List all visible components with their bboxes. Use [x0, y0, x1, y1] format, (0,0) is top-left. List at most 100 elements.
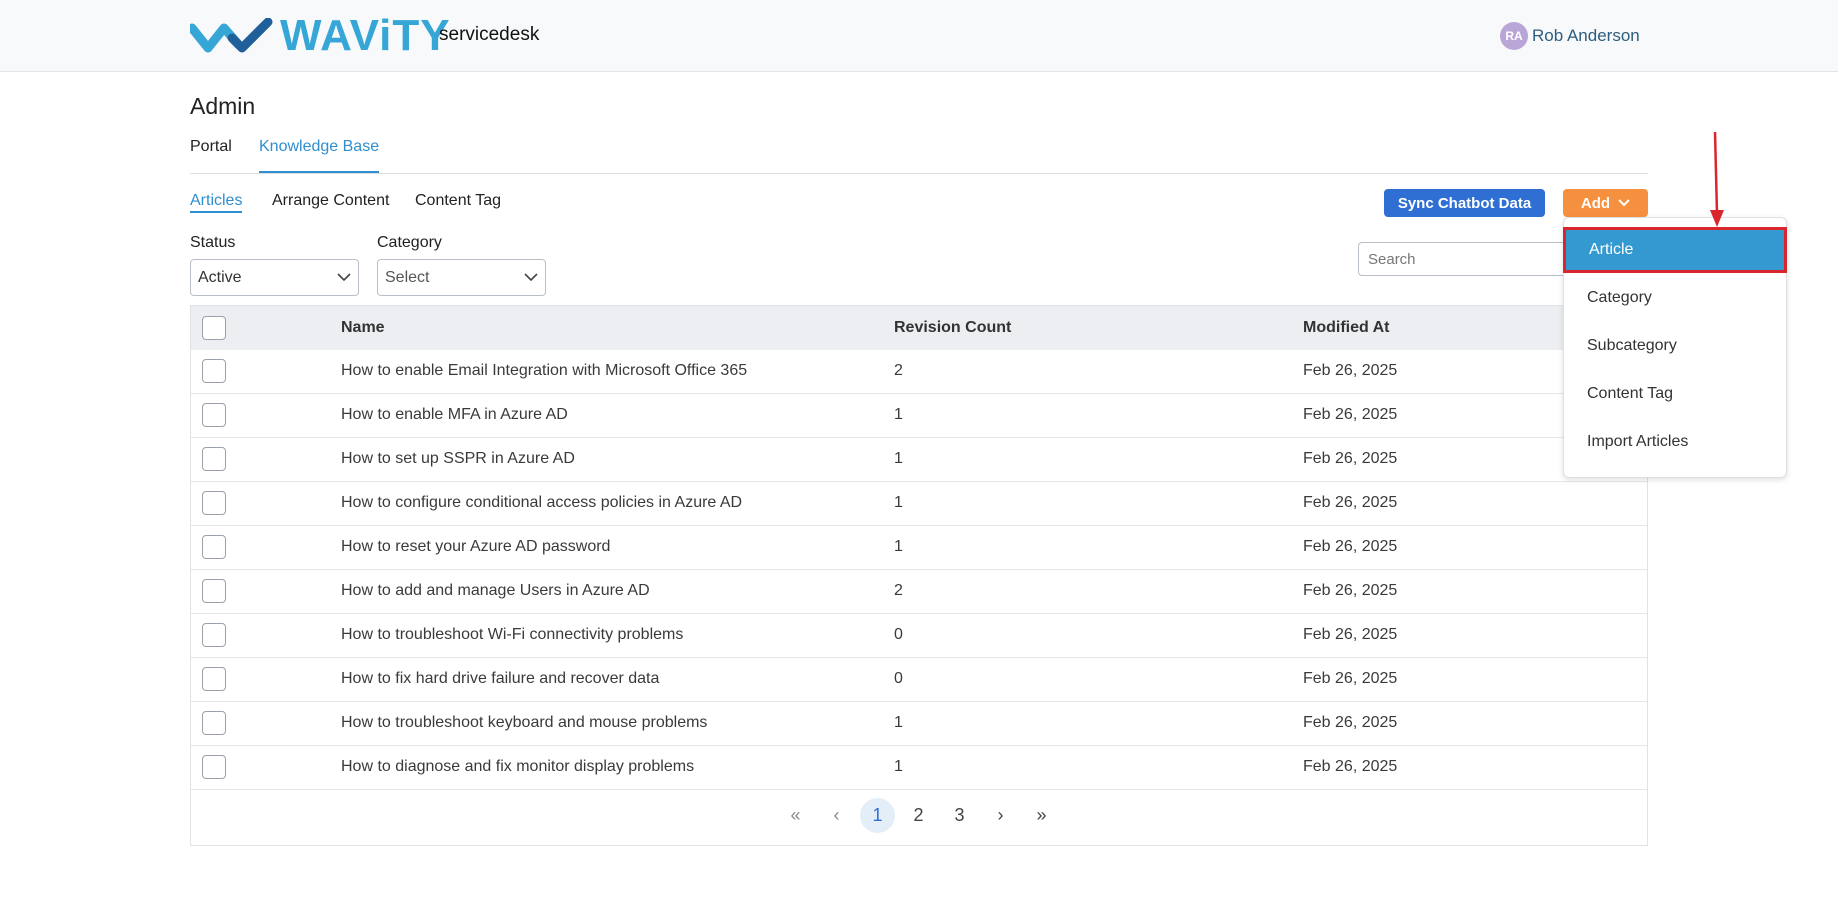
next-page-button[interactable]: › — [983, 798, 1018, 833]
add-button-label: Add — [1580, 194, 1611, 212]
status-select[interactable]: Active — [190, 259, 359, 296]
revision-count: 2 — [894, 582, 903, 599]
row-checkbox[interactable] — [202, 359, 226, 383]
article-name[interactable]: How to configure conditional access poli… — [341, 494, 742, 512]
category-select-value: Select — [385, 268, 430, 286]
select-all-checkbox[interactable] — [202, 316, 226, 340]
modified-at: Feb 26, 2025 — [1303, 494, 1398, 511]
wavity-logo[interactable]: WAViTY — [190, 11, 451, 60]
modified-at: Feb 26, 2025 — [1303, 582, 1398, 599]
sync-chatbot-data-button[interactable]: Sync Chatbot Data — [1384, 189, 1545, 217]
user-menu[interactable]: RA Rob Anderson — [1500, 22, 1640, 50]
article-name[interactable]: How to troubleshoot Wi-Fi connectivity p… — [341, 626, 683, 644]
menu-item-content-tag[interactable]: Content Tag — [1564, 372, 1786, 416]
menu-item-subcategory[interactable]: Subcategory — [1564, 324, 1786, 368]
revision-count: 1 — [894, 714, 903, 731]
row-checkbox[interactable] — [202, 403, 226, 427]
category-select[interactable]: Select — [377, 259, 546, 296]
row-checkbox[interactable] — [202, 667, 226, 691]
subtab-content-tag[interactable]: Content Tag — [415, 192, 501, 210]
article-name[interactable]: How to add and manage Users in Azure AD — [341, 582, 650, 600]
first-page-button[interactable]: « — [778, 798, 813, 833]
chevron-down-icon — [1618, 199, 1630, 207]
table-row[interactable]: How to configure conditional access poli… — [191, 482, 1647, 526]
category-label: Category — [377, 234, 442, 251]
revision-count: 1 — [894, 758, 903, 775]
tab-knowledge-base[interactable]: Knowledge Base — [259, 138, 380, 173]
menu-item-category[interactable]: Category — [1564, 276, 1786, 320]
revision-count: 0 — [894, 670, 903, 687]
status-label: Status — [190, 234, 236, 251]
add-dropdown-menu: Article Category Subcategory Content Tag… — [1563, 217, 1787, 478]
table-header: Name Revision Count Modified At — [191, 306, 1647, 350]
row-checkbox[interactable] — [202, 711, 226, 735]
article-name[interactable]: How to fix hard drive failure and recove… — [341, 670, 659, 688]
row-checkbox[interactable] — [202, 447, 226, 471]
table-row[interactable]: How to troubleshoot Wi-Fi connectivity p… — [191, 614, 1647, 658]
table-row[interactable]: How to enable MFA in Azure AD 1 Feb 26, … — [191, 394, 1647, 438]
article-name[interactable]: How to enable MFA in Azure AD — [341, 406, 568, 424]
logo-check-icon — [190, 18, 273, 53]
article-name[interactable]: How to enable Email Integration with Mic… — [341, 362, 747, 380]
search-input[interactable] — [1358, 242, 1588, 276]
modified-at: Feb 26, 2025 — [1303, 758, 1398, 775]
articles-table: Name Revision Count Modified At How to e… — [190, 305, 1648, 846]
article-name[interactable]: How to troubleshoot keyboard and mouse p… — [341, 714, 707, 732]
app-name: servicedesk — [439, 24, 540, 45]
status-select-value: Active — [198, 268, 242, 286]
row-checkbox[interactable] — [202, 491, 226, 515]
menu-item-import-articles[interactable]: Import Articles — [1564, 420, 1786, 464]
page-2-button[interactable]: 2 — [901, 798, 936, 833]
table-row[interactable]: How to diagnose and fix monitor display … — [191, 746, 1647, 790]
column-modified-at[interactable]: Modified At — [1303, 319, 1390, 337]
chevron-down-icon — [337, 273, 351, 282]
add-button[interactable]: Add — [1563, 189, 1648, 217]
top-bar: WAViTY servicedesk RA Rob Anderson — [0, 0, 1838, 72]
sync-button-label: Sync Chatbot Data — [1397, 194, 1532, 212]
revision-count: 1 — [894, 450, 903, 467]
modified-at: Feb 26, 2025 — [1303, 450, 1398, 467]
column-revision-count[interactable]: Revision Count — [894, 319, 1011, 337]
table-row[interactable]: How to set up SSPR in Azure AD 1 Feb 26,… — [191, 438, 1647, 482]
tab-portal[interactable]: Portal — [190, 138, 232, 173]
pagination: « ‹ 1 2 3 › » — [191, 798, 1647, 834]
table-row[interactable]: How to reset your Azure AD password 1 Fe… — [191, 526, 1647, 570]
modified-at: Feb 26, 2025 — [1303, 538, 1398, 555]
article-name[interactable]: How to diagnose and fix monitor display … — [341, 758, 694, 776]
chevron-down-icon — [524, 273, 538, 282]
table-row[interactable]: How to enable Email Integration with Mic… — [191, 350, 1647, 394]
revision-count: 2 — [894, 362, 903, 379]
subtab-arrange-content[interactable]: Arrange Content — [272, 192, 389, 210]
modified-at: Feb 26, 2025 — [1303, 406, 1398, 423]
revision-count: 1 — [894, 538, 903, 555]
user-name: Rob Anderson — [1532, 26, 1640, 45]
annotation-arrow-icon — [1710, 131, 1724, 227]
subtab-articles[interactable]: Articles — [190, 192, 243, 213]
logo-text: WAViTY — [280, 11, 451, 60]
menu-item-article[interactable]: Article — [1563, 227, 1787, 273]
column-name[interactable]: Name — [341, 319, 385, 337]
prev-page-button[interactable]: ‹ — [819, 798, 854, 833]
revision-count: 0 — [894, 626, 903, 643]
table-row[interactable]: How to fix hard drive failure and recove… — [191, 658, 1647, 702]
row-checkbox[interactable] — [202, 755, 226, 779]
last-page-button[interactable]: » — [1024, 798, 1059, 833]
revision-count: 1 — [894, 494, 903, 511]
article-name[interactable]: How to reset your Azure AD password — [341, 538, 610, 556]
main-tabs: Portal Knowledge Base — [190, 136, 1648, 174]
modified-at: Feb 26, 2025 — [1303, 362, 1398, 379]
row-checkbox[interactable] — [202, 535, 226, 559]
row-checkbox[interactable] — [202, 579, 226, 603]
row-checkbox[interactable] — [202, 623, 226, 647]
modified-at: Feb 26, 2025 — [1303, 714, 1398, 731]
page-title: Admin — [190, 93, 256, 119]
revision-count: 1 — [894, 406, 903, 423]
page-1-button[interactable]: 1 — [860, 798, 895, 833]
avatar: RA — [1500, 22, 1528, 50]
article-name[interactable]: How to set up SSPR in Azure AD — [341, 450, 575, 468]
table-row[interactable]: How to add and manage Users in Azure AD … — [191, 570, 1647, 614]
modified-at: Feb 26, 2025 — [1303, 670, 1398, 687]
table-row[interactable]: How to troubleshoot keyboard and mouse p… — [191, 702, 1647, 746]
page-3-button[interactable]: 3 — [942, 798, 977, 833]
modified-at: Feb 26, 2025 — [1303, 626, 1398, 643]
